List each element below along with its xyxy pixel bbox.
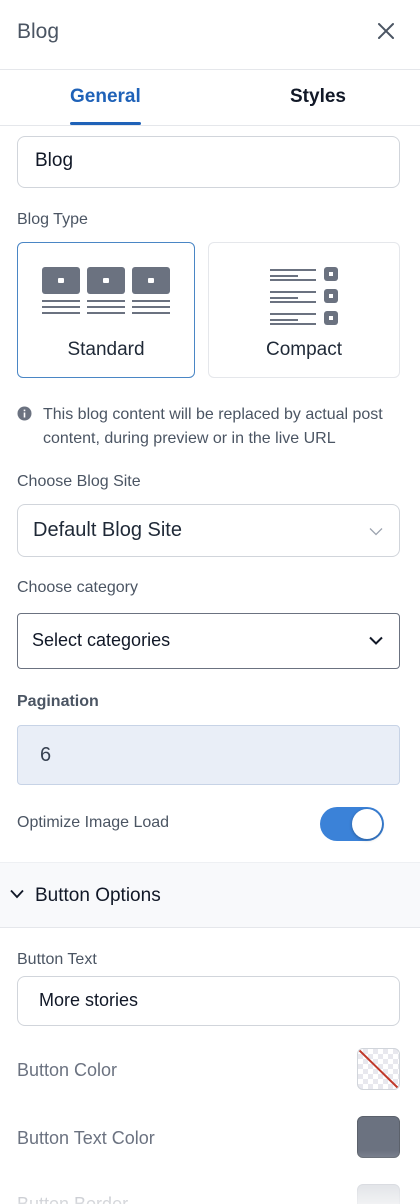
blog-site-select[interactable]: Default Blog Site [17, 504, 400, 557]
button-color-swatch[interactable] [357, 1048, 400, 1090]
active-tab-indicator [70, 122, 141, 125]
chevron-down-icon [369, 528, 383, 536]
info-text: This blog content will be replaced by ac… [43, 406, 383, 447]
chevron-down-icon [369, 636, 383, 645]
button-text-input[interactable]: More stories [17, 976, 400, 1026]
info-icon [17, 406, 32, 421]
chevron-down-icon [10, 889, 24, 899]
pagination-input[interactable]: 6 [17, 725, 400, 785]
panel-title: Blog [17, 20, 60, 43]
category-placeholder: Select categories [32, 630, 171, 650]
button-color-label: Button Color [17, 1060, 118, 1080]
button-border-swatch[interactable] [357, 1184, 400, 1204]
optimize-image-toggle[interactable] [320, 807, 384, 841]
toggle-knob [352, 809, 382, 839]
compact-layout-icon [270, 267, 338, 325]
button-text-label: Button Text [17, 951, 97, 968]
category-label: Choose category [17, 579, 138, 596]
blog-type-compact-option[interactable]: Compact [208, 242, 400, 378]
blog-type-label: Blog Type [17, 211, 88, 228]
tab-styles[interactable]: Styles [290, 86, 346, 108]
button-text-color-swatch[interactable] [357, 1116, 400, 1158]
category-select[interactable]: Select categories [17, 613, 400, 669]
blog-type-standard-option[interactable]: Standard [17, 242, 195, 378]
panel-header: Blog [0, 0, 420, 70]
blog-site-value: Default Blog Site [33, 519, 182, 541]
button-options-section-header[interactable]: Button Options [0, 862, 420, 928]
blog-site-label: Choose Blog Site [17, 473, 141, 490]
blog-type-standard-label: Standard [67, 339, 145, 360]
no-color-slash-icon [358, 1049, 399, 1089]
tab-bar: General Styles [0, 70, 420, 126]
button-options-title: Button Options [35, 885, 161, 906]
tab-general[interactable]: General [70, 86, 141, 108]
blog-type-compact-label: Compact [265, 339, 343, 360]
optimize-image-label: Optimize Image Load [17, 814, 170, 831]
button-border-label: Button Border [17, 1194, 129, 1204]
button-text-color-label: Button Text Color [17, 1128, 155, 1148]
close-icon[interactable] [372, 17, 400, 45]
element-name-input[interactable]: Blog [17, 136, 400, 188]
pagination-label: Pagination [17, 693, 99, 710]
standard-layout-icon [42, 267, 170, 314]
